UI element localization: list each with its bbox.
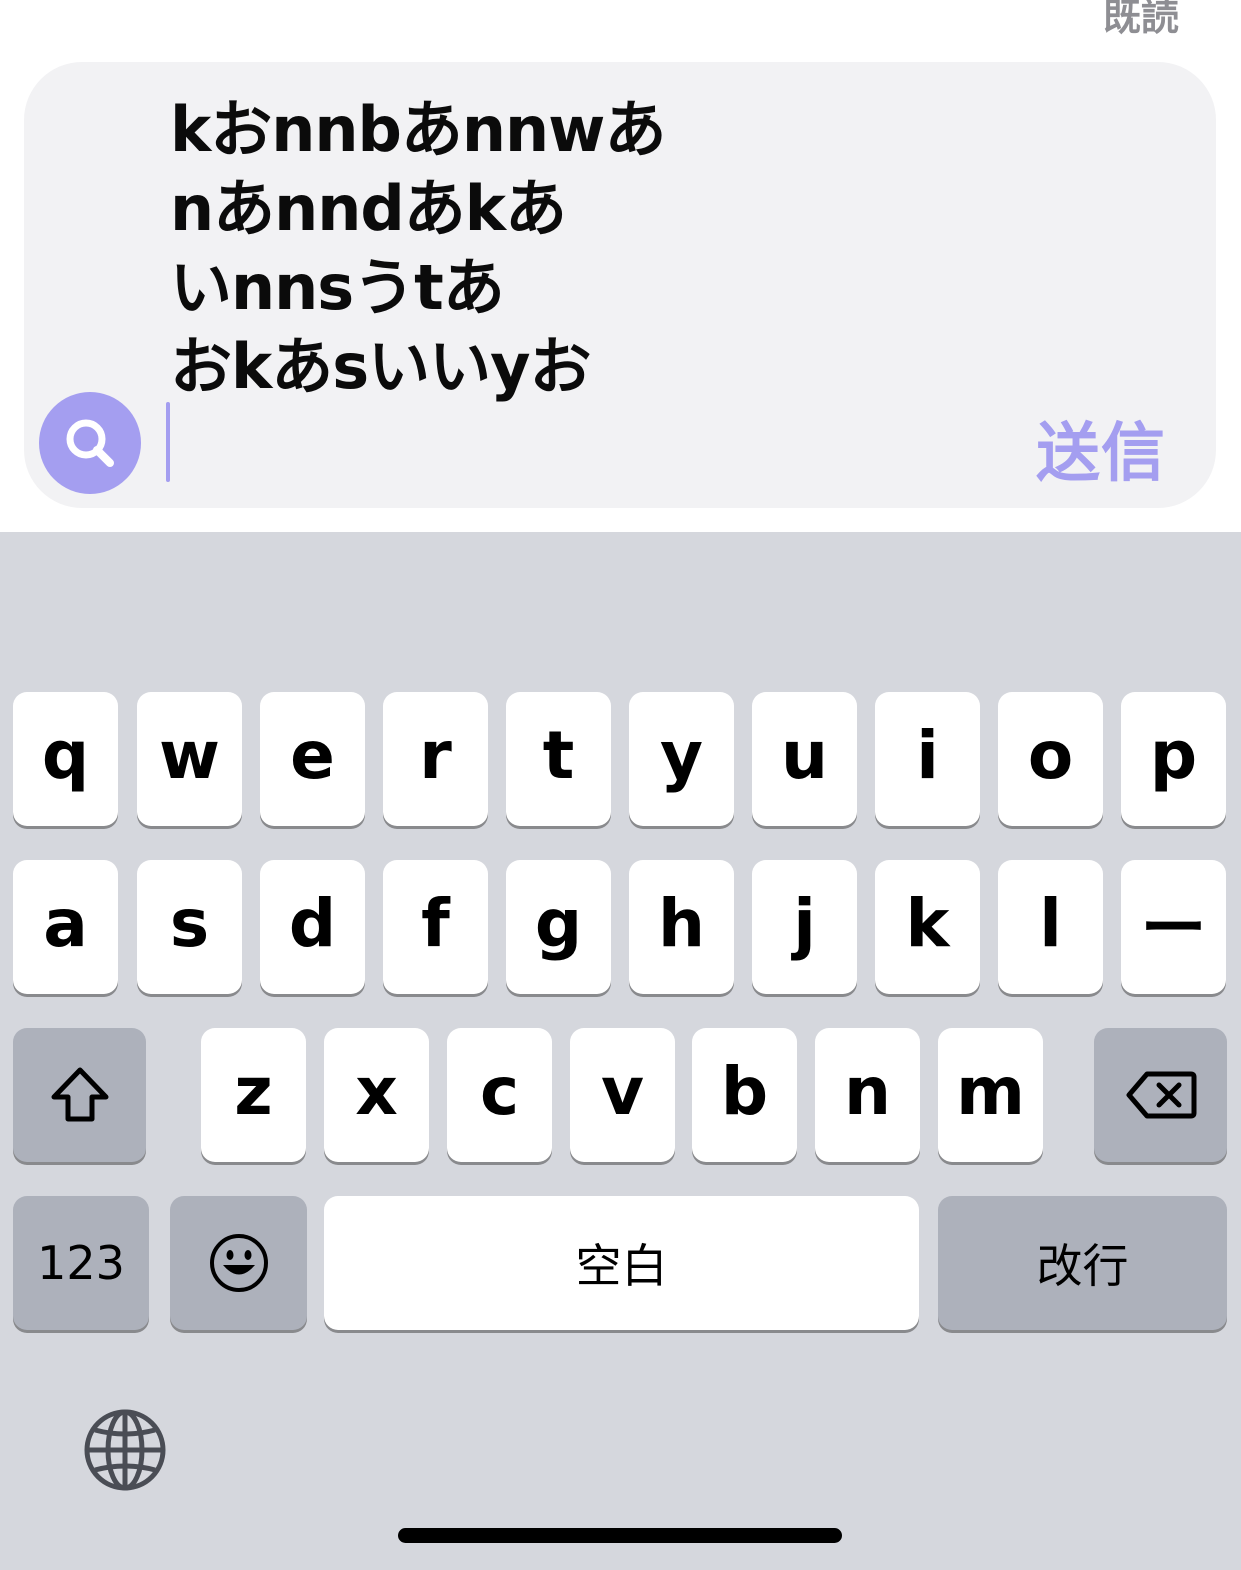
- key-m[interactable]: m: [938, 1028, 1043, 1162]
- shift-arrow-icon: [51, 1067, 108, 1122]
- search-icon: [66, 419, 114, 467]
- key-long-dash[interactable]: ー: [1121, 860, 1226, 994]
- key-o[interactable]: o: [998, 692, 1103, 826]
- key-t[interactable]: t: [506, 692, 611, 826]
- globe-icon: [84, 1409, 166, 1491]
- key-n[interactable]: n: [815, 1028, 920, 1162]
- key-s[interactable]: s: [137, 860, 242, 994]
- message-line: nあnndあkあ: [170, 172, 567, 245]
- message-line: いnnsうtあ: [170, 251, 505, 324]
- key-p[interactable]: p: [1121, 692, 1226, 826]
- key-j[interactable]: j: [752, 860, 857, 994]
- key-w[interactable]: w: [137, 692, 242, 826]
- message-composer: kおnnbあnnwあ nあnndあkあ いnnsうtあ おkあsいいyお 送信: [24, 62, 1216, 508]
- text-caret: [166, 402, 170, 482]
- emoji-smile-icon: [209, 1234, 268, 1292]
- send-button[interactable]: 送信: [1036, 402, 1166, 494]
- key-x[interactable]: x: [324, 1028, 429, 1162]
- key-r[interactable]: r: [383, 692, 488, 826]
- key-i[interactable]: i: [875, 692, 980, 826]
- space-key[interactable]: 空白: [324, 1196, 919, 1330]
- numbers-key-label: 123: [37, 1236, 125, 1290]
- globe-button[interactable]: [82, 1407, 168, 1493]
- key-l[interactable]: l: [998, 860, 1103, 994]
- space-key-label: 空白: [575, 1239, 668, 1293]
- key-f[interactable]: f: [383, 860, 488, 994]
- message-line: おkあsいいyお: [170, 330, 592, 403]
- key-e[interactable]: e: [260, 692, 365, 826]
- key-u[interactable]: u: [752, 692, 857, 826]
- delete-key[interactable]: [1094, 1028, 1227, 1162]
- return-key-label: 改行: [1036, 1239, 1129, 1293]
- key-g[interactable]: g: [506, 860, 611, 994]
- key-h[interactable]: h: [629, 860, 734, 994]
- home-indicator: [398, 1528, 842, 1543]
- delete-backspace-icon: [1126, 1071, 1196, 1119]
- key-q[interactable]: q: [13, 692, 118, 826]
- key-k[interactable]: k: [875, 860, 980, 994]
- numbers-key[interactable]: 123: [13, 1196, 149, 1330]
- search-button[interactable]: [39, 392, 141, 494]
- key-b[interactable]: b: [692, 1028, 797, 1162]
- key-z[interactable]: z: [201, 1028, 306, 1162]
- message-line: kおnnbあnnwあ: [170, 93, 666, 166]
- key-a[interactable]: a: [13, 860, 118, 994]
- shift-key[interactable]: [13, 1028, 146, 1162]
- message-input[interactable]: kおnnbあnnwあ nあnndあkあ いnnsうtあ おkあsいいyお: [170, 90, 666, 406]
- return-key[interactable]: 改行: [938, 1196, 1227, 1330]
- key-v[interactable]: v: [570, 1028, 675, 1162]
- key-c[interactable]: c: [447, 1028, 552, 1162]
- read-status: 既読: [1102, 0, 1179, 39]
- key-d[interactable]: d: [260, 860, 365, 994]
- keyboard: q w e r t y u i o p a s d f g h j k l ー …: [0, 532, 1241, 1570]
- emoji-key[interactable]: [170, 1196, 307, 1330]
- key-y[interactable]: y: [629, 692, 734, 826]
